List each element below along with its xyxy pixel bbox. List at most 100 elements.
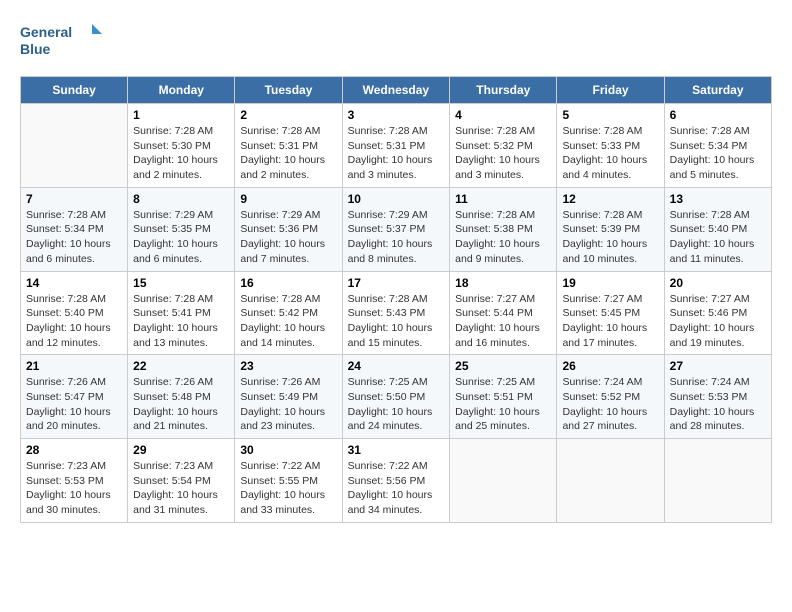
calendar-table: SundayMondayTuesdayWednesdayThursdayFrid…	[20, 76, 772, 523]
weekday-header-monday: Monday	[128, 77, 235, 104]
calendar-cell: 16 Sunrise: 7:28 AMSunset: 5:42 PMDaylig…	[235, 271, 342, 355]
weekday-header-row: SundayMondayTuesdayWednesdayThursdayFrid…	[21, 77, 772, 104]
calendar-cell: 6 Sunrise: 7:28 AMSunset: 5:34 PMDayligh…	[664, 104, 771, 188]
day-info: Sunrise: 7:28 AMSunset: 5:41 PMDaylight:…	[133, 292, 229, 351]
logo-svg: General Blue	[20, 20, 110, 60]
day-number: 16	[240, 276, 336, 290]
day-number: 10	[348, 192, 445, 206]
calendar-cell: 26 Sunrise: 7:24 AMSunset: 5:52 PMDaylig…	[557, 355, 664, 439]
calendar-cell	[450, 439, 557, 523]
svg-text:General: General	[20, 24, 72, 40]
weekday-header-tuesday: Tuesday	[235, 77, 342, 104]
day-info: Sunrise: 7:27 AMSunset: 5:46 PMDaylight:…	[670, 292, 766, 351]
day-number: 22	[133, 359, 229, 373]
day-number: 24	[348, 359, 445, 373]
calendar-cell: 14 Sunrise: 7:28 AMSunset: 5:40 PMDaylig…	[21, 271, 128, 355]
day-info: Sunrise: 7:28 AMSunset: 5:31 PMDaylight:…	[348, 124, 445, 183]
weekday-header-saturday: Saturday	[664, 77, 771, 104]
day-number: 14	[26, 276, 122, 290]
day-info: Sunrise: 7:23 AMSunset: 5:53 PMDaylight:…	[26, 459, 122, 518]
calendar-cell: 20 Sunrise: 7:27 AMSunset: 5:46 PMDaylig…	[664, 271, 771, 355]
day-number: 23	[240, 359, 336, 373]
day-info: Sunrise: 7:25 AMSunset: 5:50 PMDaylight:…	[348, 375, 445, 434]
day-info: Sunrise: 7:24 AMSunset: 5:53 PMDaylight:…	[670, 375, 766, 434]
day-info: Sunrise: 7:26 AMSunset: 5:47 PMDaylight:…	[26, 375, 122, 434]
week-row-4: 21 Sunrise: 7:26 AMSunset: 5:47 PMDaylig…	[21, 355, 772, 439]
calendar-cell: 11 Sunrise: 7:28 AMSunset: 5:38 PMDaylig…	[450, 187, 557, 271]
calendar-cell: 7 Sunrise: 7:28 AMSunset: 5:34 PMDayligh…	[21, 187, 128, 271]
day-number: 13	[670, 192, 766, 206]
day-number: 9	[240, 192, 336, 206]
calendar-cell: 4 Sunrise: 7:28 AMSunset: 5:32 PMDayligh…	[450, 104, 557, 188]
day-info: Sunrise: 7:28 AMSunset: 5:30 PMDaylight:…	[133, 124, 229, 183]
day-info: Sunrise: 7:28 AMSunset: 5:34 PMDaylight:…	[670, 124, 766, 183]
day-info: Sunrise: 7:28 AMSunset: 5:43 PMDaylight:…	[348, 292, 445, 351]
day-number: 15	[133, 276, 229, 290]
day-number: 27	[670, 359, 766, 373]
day-info: Sunrise: 7:26 AMSunset: 5:48 PMDaylight:…	[133, 375, 229, 434]
calendar-cell: 30 Sunrise: 7:22 AMSunset: 5:55 PMDaylig…	[235, 439, 342, 523]
day-number: 25	[455, 359, 551, 373]
day-number: 3	[348, 108, 445, 122]
calendar-cell: 24 Sunrise: 7:25 AMSunset: 5:50 PMDaylig…	[342, 355, 450, 439]
day-number: 5	[562, 108, 658, 122]
day-info: Sunrise: 7:26 AMSunset: 5:49 PMDaylight:…	[240, 375, 336, 434]
day-number: 1	[133, 108, 229, 122]
calendar-cell: 27 Sunrise: 7:24 AMSunset: 5:53 PMDaylig…	[664, 355, 771, 439]
logo: General Blue	[20, 20, 110, 60]
week-row-5: 28 Sunrise: 7:23 AMSunset: 5:53 PMDaylig…	[21, 439, 772, 523]
calendar-cell: 15 Sunrise: 7:28 AMSunset: 5:41 PMDaylig…	[128, 271, 235, 355]
calendar-cell: 23 Sunrise: 7:26 AMSunset: 5:49 PMDaylig…	[235, 355, 342, 439]
day-number: 26	[562, 359, 658, 373]
calendar-cell	[21, 104, 128, 188]
calendar-cell: 29 Sunrise: 7:23 AMSunset: 5:54 PMDaylig…	[128, 439, 235, 523]
day-number: 7	[26, 192, 122, 206]
calendar-cell	[664, 439, 771, 523]
weekday-header-sunday: Sunday	[21, 77, 128, 104]
weekday-header-friday: Friday	[557, 77, 664, 104]
calendar-cell: 18 Sunrise: 7:27 AMSunset: 5:44 PMDaylig…	[450, 271, 557, 355]
day-number: 31	[348, 443, 445, 457]
day-info: Sunrise: 7:22 AMSunset: 5:55 PMDaylight:…	[240, 459, 336, 518]
day-info: Sunrise: 7:25 AMSunset: 5:51 PMDaylight:…	[455, 375, 551, 434]
day-info: Sunrise: 7:24 AMSunset: 5:52 PMDaylight:…	[562, 375, 658, 434]
day-number: 12	[562, 192, 658, 206]
day-info: Sunrise: 7:29 AMSunset: 5:36 PMDaylight:…	[240, 208, 336, 267]
day-number: 20	[670, 276, 766, 290]
day-number: 29	[133, 443, 229, 457]
calendar-cell: 3 Sunrise: 7:28 AMSunset: 5:31 PMDayligh…	[342, 104, 450, 188]
day-info: Sunrise: 7:28 AMSunset: 5:40 PMDaylight:…	[26, 292, 122, 351]
day-number: 18	[455, 276, 551, 290]
day-info: Sunrise: 7:28 AMSunset: 5:39 PMDaylight:…	[562, 208, 658, 267]
day-number: 2	[240, 108, 336, 122]
day-info: Sunrise: 7:28 AMSunset: 5:40 PMDaylight:…	[670, 208, 766, 267]
day-number: 4	[455, 108, 551, 122]
day-info: Sunrise: 7:28 AMSunset: 5:32 PMDaylight:…	[455, 124, 551, 183]
calendar-cell: 31 Sunrise: 7:22 AMSunset: 5:56 PMDaylig…	[342, 439, 450, 523]
day-info: Sunrise: 7:28 AMSunset: 5:33 PMDaylight:…	[562, 124, 658, 183]
day-info: Sunrise: 7:29 AMSunset: 5:35 PMDaylight:…	[133, 208, 229, 267]
day-info: Sunrise: 7:22 AMSunset: 5:56 PMDaylight:…	[348, 459, 445, 518]
day-number: 6	[670, 108, 766, 122]
calendar-cell: 28 Sunrise: 7:23 AMSunset: 5:53 PMDaylig…	[21, 439, 128, 523]
week-row-1: 1 Sunrise: 7:28 AMSunset: 5:30 PMDayligh…	[21, 104, 772, 188]
calendar-cell: 9 Sunrise: 7:29 AMSunset: 5:36 PMDayligh…	[235, 187, 342, 271]
day-number: 28	[26, 443, 122, 457]
day-info: Sunrise: 7:27 AMSunset: 5:44 PMDaylight:…	[455, 292, 551, 351]
page-header: General Blue	[20, 20, 772, 60]
day-info: Sunrise: 7:29 AMSunset: 5:37 PMDaylight:…	[348, 208, 445, 267]
day-number: 8	[133, 192, 229, 206]
day-number: 30	[240, 443, 336, 457]
calendar-cell: 22 Sunrise: 7:26 AMSunset: 5:48 PMDaylig…	[128, 355, 235, 439]
week-row-2: 7 Sunrise: 7:28 AMSunset: 5:34 PMDayligh…	[21, 187, 772, 271]
calendar-cell: 25 Sunrise: 7:25 AMSunset: 5:51 PMDaylig…	[450, 355, 557, 439]
calendar-cell: 13 Sunrise: 7:28 AMSunset: 5:40 PMDaylig…	[664, 187, 771, 271]
calendar-cell: 10 Sunrise: 7:29 AMSunset: 5:37 PMDaylig…	[342, 187, 450, 271]
day-info: Sunrise: 7:23 AMSunset: 5:54 PMDaylight:…	[133, 459, 229, 518]
day-info: Sunrise: 7:27 AMSunset: 5:45 PMDaylight:…	[562, 292, 658, 351]
svg-text:Blue: Blue	[20, 41, 51, 57]
calendar-cell: 12 Sunrise: 7:28 AMSunset: 5:39 PMDaylig…	[557, 187, 664, 271]
day-info: Sunrise: 7:28 AMSunset: 5:38 PMDaylight:…	[455, 208, 551, 267]
day-info: Sunrise: 7:28 AMSunset: 5:42 PMDaylight:…	[240, 292, 336, 351]
weekday-header-wednesday: Wednesday	[342, 77, 450, 104]
